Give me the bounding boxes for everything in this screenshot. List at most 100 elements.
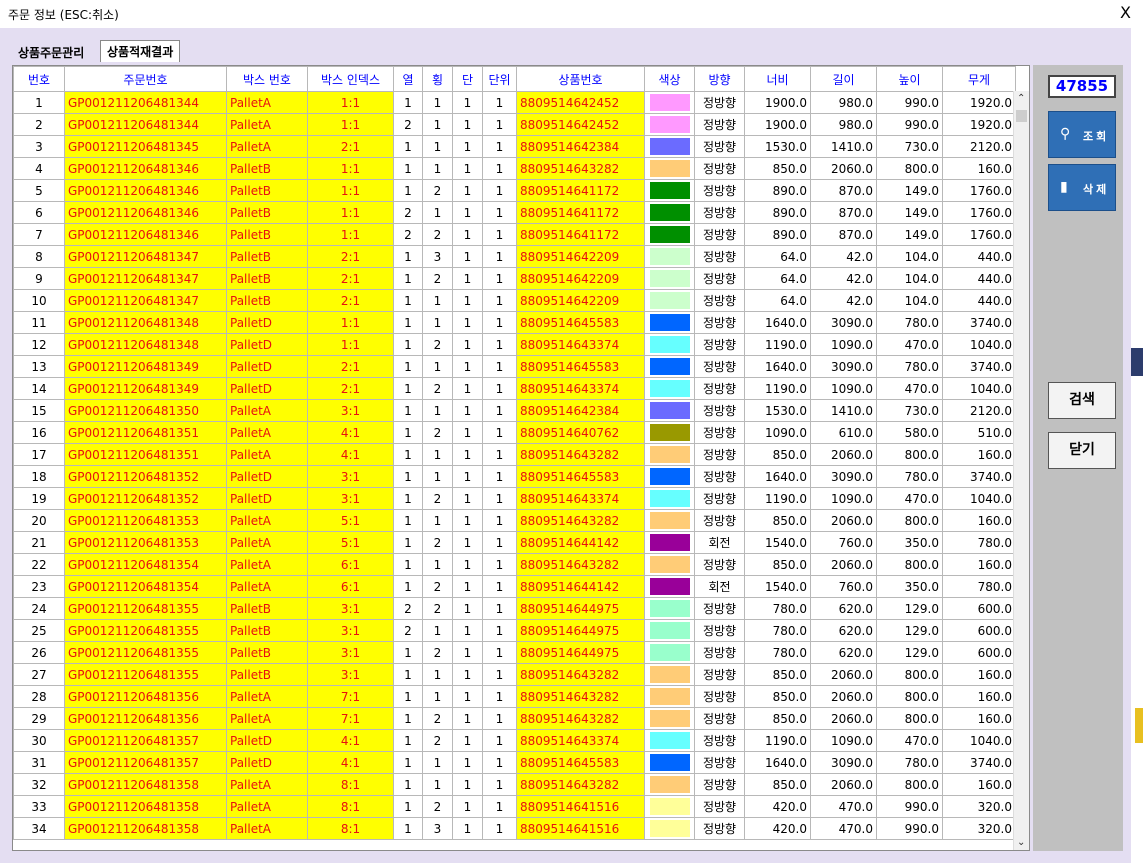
table-row[interactable]: 25 GP001211206481355 PalletB 3:1 2 1 1 1 8809514… — [13, 619, 1016, 642]
cell-weight: 1920.0 — [942, 91, 1016, 114]
table-row[interactable]: 5 GP001211206481346 PalletB 1:1 1 2 1 1 88095146… — [13, 179, 1016, 202]
table-row[interactable]: 16 GP001211206481351 PalletA 4:1 1 2 1 1 8809514… — [13, 421, 1016, 444]
column-header[interactable]: 색상 — [644, 66, 695, 92]
cell-width: 1640.0 — [744, 355, 811, 378]
search-button[interactable]: ⚲ 조회 — [1048, 111, 1116, 158]
cell-tier: 1 — [452, 795, 483, 818]
cell-row-number: 18 — [13, 465, 65, 488]
cell-width: 850.0 — [744, 773, 811, 796]
table-row[interactable]: 18 GP001211206481352 PalletD 3:1 1 1 1 1 8809514… — [13, 465, 1016, 488]
cell-unit: 1 — [482, 289, 517, 312]
table-row[interactable]: 20 GP001211206481353 PalletA 5:1 1 1 1 1 8809514… — [13, 509, 1016, 532]
table-row[interactable]: 10 GP001211206481347 PalletB 2:1 1 1 1 1 8809514… — [13, 289, 1016, 312]
scroll-down-icon[interactable]: ⌄ — [1017, 837, 1025, 848]
cell-row: 1 — [393, 487, 423, 510]
cell-box-index: 7:1 — [307, 707, 394, 730]
column-header[interactable]: 상품번호 — [516, 66, 645, 92]
delete-button[interactable]: ▮ 삭제 — [1048, 164, 1116, 211]
table-row[interactable]: 3 GP001211206481345 PalletA 2:1 1 1 1 1 88095146… — [13, 135, 1016, 158]
table-row[interactable]: 29 GP001211206481356 PalletA 7:1 1 2 1 1 8809514… — [13, 707, 1016, 730]
table-row[interactable]: 21 GP001211206481353 PalletA 5:1 1 2 1 1 8809514… — [13, 531, 1016, 554]
cell-box-number: PalletA — [226, 707, 308, 730]
color-swatch — [649, 182, 690, 199]
cell-color — [644, 113, 695, 136]
column-header[interactable]: 너비 — [744, 66, 811, 92]
close-icon[interactable]: X — [1120, 3, 1131, 22]
cell-width: 850.0 — [744, 443, 811, 466]
cell-product-number: 8809514645583 — [516, 751, 645, 774]
background-block — [1131, 348, 1143, 376]
cell-row: 1 — [393, 245, 423, 268]
cell-direction: 정방향 — [694, 421, 745, 444]
cell-box-index: 5:1 — [307, 509, 394, 532]
cell-color — [644, 773, 695, 796]
table-row[interactable]: 27 GP001211206481355 PalletB 3:1 1 1 1 1 8809514… — [13, 663, 1016, 686]
scroll-up-icon[interactable]: ⌃ — [1017, 93, 1025, 104]
close-button[interactable]: 닫기 — [1048, 432, 1116, 469]
color-swatch — [649, 314, 690, 331]
column-header[interactable]: 박스 번호 — [226, 66, 308, 92]
table-row[interactable]: 28 GP001211206481356 PalletA 7:1 1 1 1 1 8809514… — [13, 685, 1016, 708]
table-row[interactable]: 6 GP001211206481346 PalletB 1:1 2 1 1 1 88095146… — [13, 201, 1016, 224]
cell-row-number: 6 — [13, 201, 65, 224]
cell-tier: 1 — [452, 245, 483, 268]
table-row[interactable]: 14 GP001211206481349 PalletD 2:1 1 2 1 1 8809514… — [13, 377, 1016, 400]
tab-loading-result[interactable]: 상품적재결과 — [100, 40, 181, 62]
table-row[interactable]: 2 GP001211206481344 PalletA 1:1 2 1 1 1 88095146… — [13, 113, 1016, 136]
cell-width: 850.0 — [744, 553, 811, 576]
table-row[interactable]: 24 GP001211206481355 PalletB 3:1 2 2 1 1 8809514… — [13, 597, 1016, 620]
column-header[interactable]: 무게 — [942, 66, 1016, 92]
column-header[interactable]: 길이 — [810, 66, 877, 92]
table-row[interactable]: 7 GP001211206481346 PalletB 1:1 2 2 1 1 88095146… — [13, 223, 1016, 246]
table-row[interactable]: 31 GP001211206481357 PalletD 4:1 1 1 1 1 8809514… — [13, 751, 1016, 774]
vertical-scrollbar[interactable]: ⌃ ⌄ — [1013, 91, 1029, 850]
cell-width: 1530.0 — [744, 399, 811, 422]
color-swatch — [649, 490, 690, 507]
cell-row: 1 — [393, 795, 423, 818]
scroll-thumb[interactable] — [1016, 110, 1027, 122]
table-row[interactable]: 11 GP001211206481348 PalletD 1:1 1 1 1 1 8809514… — [13, 311, 1016, 334]
find-button[interactable]: 검색 — [1048, 382, 1116, 419]
table-row[interactable]: 13 GP001211206481349 PalletD 2:1 1 1 1 1 8809514… — [13, 355, 1016, 378]
column-header[interactable]: 높이 — [876, 66, 943, 92]
table-row[interactable]: 15 GP001211206481350 PalletA 3:1 1 1 1 1 8809514… — [13, 399, 1016, 422]
table-row[interactable]: 19 GP001211206481352 PalletD 3:1 1 2 1 1 8809514… — [13, 487, 1016, 510]
table-row[interactable]: 23 GP001211206481354 PalletA 6:1 1 2 1 1 8809514… — [13, 575, 1016, 598]
column-header[interactable]: 횡 — [422, 66, 453, 92]
cell-color — [644, 289, 695, 312]
count-display: 47855 — [1048, 75, 1116, 98]
column-header[interactable]: 주문번호 — [64, 66, 227, 92]
cell-product-number: 8809514643282 — [516, 509, 645, 532]
table-row[interactable]: 4 GP001211206481346 PalletB 1:1 1 1 1 1 88095146… — [13, 157, 1016, 180]
cell-unit: 1 — [482, 333, 517, 356]
cell-box-index: 1:1 — [307, 179, 394, 202]
table-row[interactable]: 17 GP001211206481351 PalletA 4:1 1 1 1 1 8809514… — [13, 443, 1016, 466]
table-row[interactable]: 8 GP001211206481347 PalletB 2:1 1 3 1 1 88095146… — [13, 245, 1016, 268]
table-row[interactable]: 33 GP001211206481358 PalletA 8:1 1 2 1 1 8809514… — [13, 795, 1016, 818]
table-row[interactable]: 1 GP001211206481344 PalletA 1:1 1 1 1 1 88095146… — [13, 91, 1016, 114]
cell-row: 1 — [393, 135, 423, 158]
table-row[interactable]: 12 GP001211206481348 PalletD 1:1 1 2 1 1 8809514… — [13, 333, 1016, 356]
column-header[interactable]: 번호 — [13, 66, 65, 92]
cell-height: 580.0 — [876, 421, 943, 444]
table-row[interactable]: 30 GP001211206481357 PalletD 4:1 1 2 1 1 8809514… — [13, 729, 1016, 752]
cell-unit: 1 — [482, 91, 517, 114]
column-header[interactable]: 열 — [393, 66, 423, 92]
tab-order-management[interactable]: 상품주문관리 — [12, 42, 90, 62]
column-header[interactable]: 방향 — [694, 66, 745, 92]
cell-unit: 1 — [482, 641, 517, 664]
cell-box-number: PalletA — [226, 773, 308, 796]
cell-weight: 160.0 — [942, 553, 1016, 576]
column-header[interactable]: 박스 인덱스 — [307, 66, 394, 92]
cell-order-number: GP001211206481348 — [64, 333, 227, 356]
table-row[interactable]: 22 GP001211206481354 PalletA 6:1 1 1 1 1 8809514… — [13, 553, 1016, 576]
table-row[interactable]: 32 GP001211206481358 PalletA 8:1 1 1 1 1 8809514… — [13, 773, 1016, 796]
cell-box-number: PalletD — [226, 751, 308, 774]
column-header[interactable]: 단 — [452, 66, 483, 92]
cell-length: 470.0 — [810, 817, 877, 840]
table-row[interactable]: 26 GP001211206481355 PalletB 3:1 1 2 1 1 8809514… — [13, 641, 1016, 664]
column-header[interactable]: 단위 — [482, 66, 517, 92]
table-row[interactable]: 9 GP001211206481347 PalletB 2:1 1 2 1 1 88095146… — [13, 267, 1016, 290]
table-row[interactable]: 34 GP001211206481358 PalletA 8:1 1 3 1 1 8809514… — [13, 817, 1016, 840]
cell-order-number: GP001211206481349 — [64, 377, 227, 400]
